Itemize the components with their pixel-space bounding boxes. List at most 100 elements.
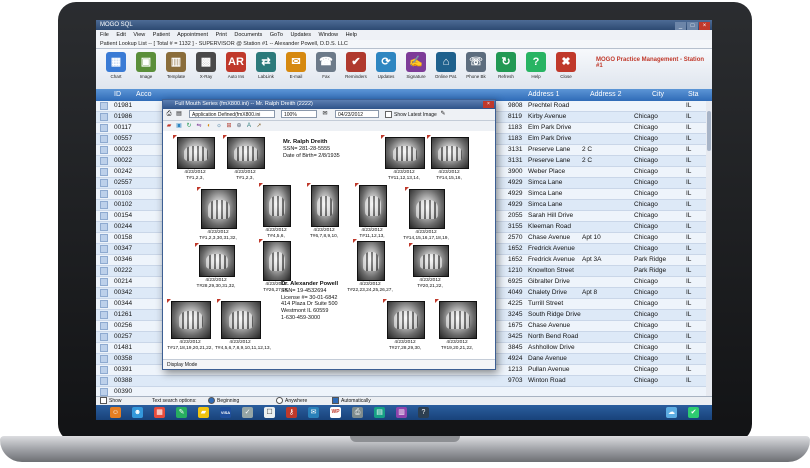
xray-image[interactable]: [409, 189, 445, 229]
stamp-icon[interactable]: ✉: [321, 110, 329, 118]
folder-icon[interactable]: ▰: [165, 122, 173, 130]
xray-image[interactable]: [439, 301, 477, 339]
menu-file[interactable]: File: [100, 32, 109, 38]
menu-window[interactable]: Window: [318, 32, 338, 38]
row-selector[interactable]: [100, 267, 108, 275]
help-icon[interactable]: ?: [418, 407, 429, 418]
printer-icon[interactable]: ⎙: [165, 110, 173, 118]
rotate-icon[interactable]: ↻: [185, 122, 193, 130]
xray-image[interactable]: [263, 241, 291, 281]
xray-image[interactable]: [413, 245, 449, 277]
printer-icon[interactable]: ⎙: [352, 407, 363, 418]
row-selector[interactable]: [100, 245, 108, 253]
xray-image[interactable]: [311, 185, 339, 227]
menu-patient[interactable]: Patient: [153, 32, 170, 38]
row-selector[interactable]: [100, 311, 108, 319]
row-selector[interactable]: [100, 146, 108, 154]
contrast-icon[interactable]: ◐: [205, 122, 213, 130]
row-selector[interactable]: [100, 344, 108, 352]
document-icon[interactable]: WP: [330, 407, 341, 418]
row-selector[interactable]: [100, 388, 108, 396]
row-selector[interactable]: [100, 355, 108, 363]
toolbar-button-close[interactable]: ✖ Close: [552, 52, 580, 79]
xray-viewer-close-button[interactable]: ×: [483, 101, 494, 108]
toolbar-button-chart[interactable]: ▦ Chart: [102, 52, 130, 79]
brightness-icon[interactable]: ☼: [215, 122, 223, 130]
col-address1[interactable]: Address 1: [528, 89, 560, 101]
arrow-icon[interactable]: ➚: [255, 122, 263, 130]
row-selector[interactable]: [100, 102, 108, 110]
ledger-icon[interactable]: ✎: [176, 407, 187, 418]
toolbar-button-help[interactable]: ? Help: [522, 52, 550, 79]
keys-icon[interactable]: ⚷: [286, 407, 297, 418]
xray-image[interactable]: [357, 241, 385, 281]
people-icon[interactable]: ☺: [110, 407, 121, 418]
menu-help[interactable]: Help: [346, 32, 357, 38]
cloud-icon[interactable]: ☁: [666, 407, 677, 418]
chart-icon[interactable]: ▤: [374, 407, 385, 418]
row-selector[interactable]: [100, 168, 108, 176]
toolbar-button-lablink[interactable]: ⇄ LabLink: [252, 52, 280, 79]
table-row[interactable]: 00390: [96, 387, 712, 396]
radio-dot[interactable]: [276, 397, 283, 405]
row-selector[interactable]: [100, 322, 108, 330]
checkbox-box[interactable]: [332, 397, 339, 405]
mail-icon[interactable]: ✉: [308, 407, 319, 418]
row-selector[interactable]: [100, 278, 108, 286]
toolbar-button-x-ray[interactable]: ▩ X-Ray: [192, 52, 220, 79]
col-city[interactable]: City: [652, 89, 664, 101]
grid-scrollbar[interactable]: [706, 101, 712, 396]
toolbar-button-refresh[interactable]: ↻ Refresh: [492, 52, 520, 79]
show-latest-checkbox[interactable]: Show Latest Image: [385, 111, 437, 119]
toolbar-button-reminders[interactable]: ✔ Reminders: [342, 52, 370, 79]
row-selector[interactable]: [100, 201, 108, 209]
toolbar-button-auto-ins[interactable]: AR Auto Ins: [222, 52, 250, 79]
save-icon[interactable]: ▣: [175, 122, 183, 130]
row-selector[interactable]: [100, 234, 108, 242]
toolbar-button-updates[interactable]: ⟳ Updates: [372, 52, 400, 79]
xray-image[interactable]: [387, 301, 425, 339]
xray-image[interactable]: [221, 301, 261, 339]
menu-print[interactable]: Print: [216, 32, 227, 38]
menu-updates[interactable]: Updates: [290, 32, 311, 38]
xray-image[interactable]: [201, 189, 237, 229]
row-selector[interactable]: [100, 212, 108, 220]
patient-icon[interactable]: ☻: [132, 407, 143, 418]
window-close-button[interactable]: ×: [699, 22, 710, 30]
col-id[interactable]: ID: [114, 89, 121, 101]
col-state[interactable]: Sta: [688, 89, 699, 101]
row-selector[interactable]: [100, 256, 108, 264]
row-selector[interactable]: [100, 190, 108, 198]
xray-image[interactable]: [263, 185, 291, 227]
xray-image[interactable]: [227, 137, 265, 169]
calendar-icon[interactable]: ▦: [154, 407, 165, 418]
menu-view[interactable]: View: [133, 32, 145, 38]
zoom-select[interactable]: 100%: [281, 110, 317, 118]
scanner-icon[interactable]: ▤: [175, 110, 183, 118]
col-account[interactable]: Acco: [136, 89, 152, 101]
xray-image[interactable]: [171, 301, 211, 339]
xray-image[interactable]: [359, 185, 387, 227]
menu-appointment[interactable]: Appointment: [177, 32, 208, 38]
row-selector[interactable]: [100, 300, 108, 308]
row-selector[interactable]: [100, 124, 108, 132]
toolbar-button-image[interactable]: ▣ Image: [132, 52, 160, 79]
table-row[interactable]: 00388 9703 Winton Road Chicago IL: [96, 376, 712, 387]
flip-icon[interactable]: ⇋: [195, 122, 203, 130]
minimize-button[interactable]: _: [675, 22, 686, 30]
template-select[interactable]: Application Defined(fmX800.ini: [189, 110, 275, 118]
xray-image[interactable]: [431, 137, 469, 169]
clipboard-icon[interactable]: ✓: [242, 407, 253, 418]
text-icon[interactable]: A: [245, 122, 253, 130]
menu-documents[interactable]: Documents: [234, 32, 262, 38]
row-selector[interactable]: [100, 377, 108, 385]
row-selector[interactable]: [100, 179, 108, 187]
tooth-icon[interactable]: ☐: [264, 407, 275, 418]
checkbox-box[interactable]: [100, 397, 107, 405]
date-select[interactable]: 04/23/2012: [335, 110, 379, 118]
pen-icon[interactable]: ✎: [439, 110, 447, 118]
menu-goto[interactable]: GoTo: [270, 32, 283, 38]
row-selector[interactable]: [100, 135, 108, 143]
toolbar-button-signature[interactable]: ✍ Signature: [402, 52, 430, 79]
credit-card-icon[interactable]: VISA: [220, 407, 231, 418]
